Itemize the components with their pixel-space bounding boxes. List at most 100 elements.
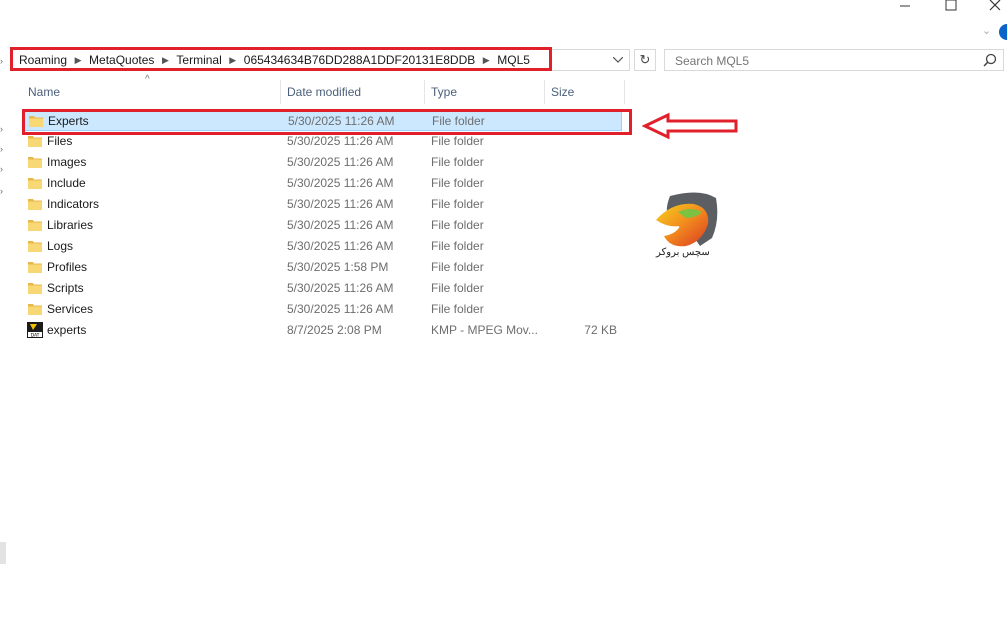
- dat-file-icon: DAT: [27, 322, 43, 338]
- file-row[interactable]: Profiles 5/30/2025 1:58 PM File folder: [22, 257, 622, 278]
- breadcrumb-chevron-icon[interactable]: ▶: [156, 55, 174, 66]
- file-name: experts: [47, 323, 87, 337]
- file-date: 5/30/2025 11:26 AM: [287, 155, 394, 169]
- column-header-type[interactable]: Type: [425, 80, 545, 104]
- search-icon[interactable]: [983, 53, 997, 67]
- ribbon-expand-icon[interactable]: ⌄: [982, 24, 991, 37]
- file-row[interactable]: Logs 5/30/2025 11:26 AM File folder: [22, 236, 622, 257]
- column-header-date[interactable]: Date modified: [281, 80, 425, 104]
- broker-logo-text: سچس بروکر: [656, 247, 710, 258]
- file-size: [542, 299, 617, 320]
- file-row[interactable]: Libraries 5/30/2025 11:26 AM File folder: [22, 215, 622, 236]
- folder-icon: [28, 199, 42, 210]
- file-date: 5/30/2025 11:26 AM: [287, 197, 394, 211]
- chevron-right-icon: ›: [0, 124, 3, 134]
- breadcrumb: Roaming ▶ MetaQuotes ▶ Terminal ▶ 065434…: [17, 50, 532, 70]
- folder-icon: [28, 304, 42, 315]
- file-size: [542, 131, 617, 152]
- file-date: 5/30/2025 11:26 AM: [287, 239, 394, 253]
- folder-icon: [28, 241, 42, 252]
- minimize-icon: [900, 5, 910, 7]
- file-name: Images: [47, 155, 87, 169]
- file-date: 5/30/2025 11:26 AM: [287, 302, 394, 316]
- refresh-icon: ↻: [639, 52, 651, 67]
- file-name: Experts: [48, 114, 89, 128]
- file-type: File folder: [431, 218, 484, 232]
- folder-icon: [28, 283, 42, 294]
- file-date: 5/30/2025 11:26 AM: [287, 281, 394, 295]
- pointer-arrow-icon: [642, 112, 738, 140]
- address-dropdown-icon[interactable]: [611, 52, 625, 68]
- chevron-right-icon: ›: [0, 186, 3, 196]
- file-type: File folder: [431, 281, 484, 295]
- breadcrumb-chevron-icon[interactable]: ▶: [69, 55, 87, 66]
- file-row[interactable]: Scripts 5/30/2025 11:26 AM File folder: [22, 278, 622, 299]
- file-type: File folder: [431, 134, 484, 148]
- help-icon[interactable]: [999, 24, 1007, 40]
- scrollbar-thumb[interactable]: [0, 542, 6, 564]
- chevron-right-icon: ›: [0, 144, 3, 154]
- breadcrumb-chevron-icon[interactable]: ▶: [477, 55, 495, 66]
- chevron-right-icon: ›: [0, 56, 3, 66]
- folder-icon: [28, 157, 42, 168]
- folder-icon: [29, 116, 43, 127]
- close-button[interactable]: [972, 0, 1007, 12]
- file-size: [542, 152, 617, 173]
- file-size: [543, 111, 618, 132]
- maximize-icon: [945, 0, 957, 11]
- file-size: 72 KB: [584, 323, 617, 337]
- svg-text:DAT: DAT: [31, 332, 40, 338]
- minimize-button[interactable]: [882, 0, 928, 12]
- breadcrumb-mql5[interactable]: MQL5: [495, 53, 532, 67]
- file-date: 8/7/2025 2:08 PM: [287, 323, 382, 337]
- file-type: File folder: [431, 239, 484, 253]
- chevron-right-icon: ›: [0, 164, 3, 174]
- file-row[interactable]: DAT experts 8/7/2025 2:08 PM KMP - MPEG Mov…: [22, 320, 622, 341]
- breadcrumb-roaming[interactable]: Roaming: [17, 53, 69, 67]
- file-row[interactable]: Images 5/30/2025 11:26 AM File folder: [22, 152, 622, 173]
- file-row[interactable]: Experts 5/30/2025 11:26 AM File folder: [22, 110, 622, 131]
- maximize-button[interactable]: [928, 0, 974, 12]
- file-name: Scripts: [47, 281, 84, 295]
- breadcrumb-metaquotes[interactable]: MetaQuotes: [87, 53, 156, 67]
- file-name: Include: [47, 176, 86, 190]
- file-row[interactable]: Files 5/30/2025 11:26 AM File folder: [22, 131, 622, 152]
- file-size: [542, 257, 617, 278]
- file-row[interactable]: Indicators 5/30/2025 11:26 AM File folder: [22, 194, 622, 215]
- file-type: File folder: [432, 114, 485, 128]
- breadcrumb-terminal-id[interactable]: 065434634B76DD288A1DDF20131E8DDB: [242, 53, 478, 67]
- file-date: 5/30/2025 11:26 AM: [287, 218, 394, 232]
- folder-icon: [28, 262, 42, 273]
- file-row[interactable]: Include 5/30/2025 11:26 AM File folder: [22, 173, 622, 194]
- file-size: [542, 194, 617, 215]
- file-name: Indicators: [47, 197, 100, 211]
- file-type: File folder: [431, 155, 484, 169]
- file-type: KMP - MPEG Mov...: [431, 323, 538, 337]
- file-name: Libraries: [47, 218, 94, 232]
- breadcrumb-chevron-icon[interactable]: ▶: [224, 55, 242, 66]
- file-name: Files: [47, 134, 73, 148]
- column-header-name[interactable]: Name: [22, 80, 281, 104]
- refresh-button[interactable]: ↻: [634, 49, 656, 71]
- close-icon: [989, 0, 1001, 11]
- address-bar[interactable]: Roaming ▶ MetaQuotes ▶ Terminal ▶ 065434…: [10, 49, 630, 71]
- column-header-size[interactable]: Size: [545, 80, 625, 104]
- file-name: Services: [47, 302, 94, 316]
- file-size: [542, 278, 617, 299]
- file-date: 5/30/2025 11:26 AM: [288, 114, 395, 128]
- file-name: Profiles: [47, 260, 88, 274]
- file-date: 5/30/2025 1:58 PM: [287, 260, 389, 274]
- file-size: [542, 215, 617, 236]
- file-name: Logs: [47, 239, 74, 253]
- file-row[interactable]: Services 5/30/2025 11:26 AM File folder: [22, 299, 622, 320]
- file-size: [542, 236, 617, 257]
- file-date: 5/30/2025 11:26 AM: [287, 134, 394, 148]
- search-box[interactable]: [664, 49, 1004, 71]
- file-type: File folder: [431, 176, 484, 190]
- search-input[interactable]: [673, 52, 977, 70]
- breadcrumb-terminal[interactable]: Terminal: [174, 53, 223, 67]
- file-date: 5/30/2025 11:26 AM: [287, 176, 394, 190]
- file-type: File folder: [431, 197, 484, 211]
- file-size: [542, 173, 617, 194]
- file-type: File folder: [431, 302, 484, 316]
